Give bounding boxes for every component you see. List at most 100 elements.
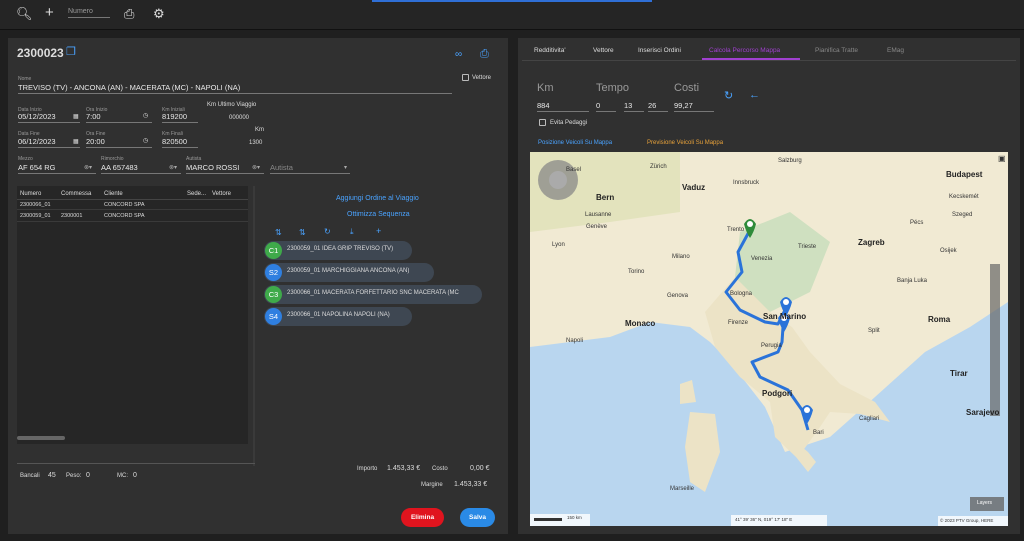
sort-desc-icon[interactable]: ⇅ bbox=[299, 228, 306, 237]
km-field[interactable]: 884 bbox=[537, 101, 589, 112]
days-field[interactable]: 0 bbox=[596, 101, 616, 112]
clear-icon[interactable]: ⊗▾ bbox=[252, 164, 260, 171]
layers-button[interactable]: Layers bbox=[977, 500, 992, 506]
map-label: Trieste bbox=[798, 244, 817, 250]
cell: 2300059_01 bbox=[20, 213, 51, 219]
table-row[interactable]: 2300066_01 CONCORD SPA bbox=[17, 199, 248, 210]
ottimizza-sequenza-link[interactable]: Ottimizza Sequenza bbox=[347, 211, 410, 218]
add-icon[interactable]: + bbox=[376, 226, 381, 236]
tab-calcola-percorso[interactable]: Calcola Percorso Mappa bbox=[709, 47, 780, 54]
arrow-left-icon[interactable]: ← bbox=[749, 89, 760, 101]
map-label: Bari bbox=[813, 430, 824, 436]
tab-vettore[interactable]: Vettore bbox=[593, 47, 614, 54]
map-label: Tirar bbox=[950, 369, 968, 378]
tab-redditivita[interactable]: Redditivita' bbox=[534, 47, 566, 54]
importo-value: 1.453,33 € bbox=[387, 465, 421, 472]
map-label: Perugia bbox=[761, 343, 782, 349]
calendar-icon[interactable]: ▦ bbox=[73, 113, 79, 120]
stop-chip[interactable]: S2 2300059_01 MARCHIGGIANA ANCONA (AN) bbox=[264, 263, 434, 282]
salva-button[interactable]: Salva bbox=[460, 508, 495, 527]
tab-emag[interactable]: EMag bbox=[887, 47, 904, 54]
data-fine-field[interactable]: 06/12/2023 bbox=[18, 137, 80, 148]
posizione-veicoli-link[interactable]: Posizione Veicoli Su Mappa bbox=[538, 140, 612, 146]
vettore-checkbox[interactable] bbox=[462, 74, 469, 81]
stop-badge: C3 bbox=[265, 286, 282, 303]
map-coordinates: 41° 39' 36" N, 019° 17' 18" E bbox=[735, 517, 793, 522]
table-row[interactable]: 2300059_01 2300001 CONCORD SPA bbox=[17, 211, 248, 222]
bancali-value: 45 bbox=[48, 472, 56, 479]
col-header[interactable]: Cliente bbox=[104, 191, 123, 197]
col-header[interactable]: Commessa bbox=[61, 191, 91, 197]
map-label: Lausanne bbox=[585, 212, 612, 218]
clear-icon[interactable]: ⊗▾ bbox=[84, 164, 92, 171]
clock-icon[interactable]: ◷ bbox=[143, 112, 148, 119]
map-label: Salzburg bbox=[778, 158, 802, 164]
map-label: Pécs bbox=[910, 220, 924, 226]
costo-value: 0,00 € bbox=[470, 465, 490, 472]
stop-text: 2300066_01 NAPOLINA NAPOLI (NA) bbox=[287, 312, 390, 318]
sort-asc-icon[interactable]: ⇅ bbox=[275, 228, 282, 237]
tab-pianifica-tratte[interactable]: Pianifica Tratte bbox=[815, 47, 858, 54]
clear-icon[interactable]: ⊗▾ bbox=[169, 164, 177, 171]
tab-inserisci-ordini[interactable]: Inserisci Ordini bbox=[638, 47, 681, 54]
map-label: Zürich bbox=[650, 164, 667, 170]
map-label: Sarajevo bbox=[966, 408, 1000, 417]
map-label: Trento bbox=[727, 227, 745, 233]
refresh-icon[interactable]: ↻ bbox=[724, 89, 733, 102]
fullscreen-icon[interactable]: ▣ bbox=[998, 154, 1006, 163]
map-label: Bologna bbox=[730, 291, 753, 297]
accent-bar bbox=[372, 0, 652, 2]
map-label: Bern bbox=[596, 193, 615, 202]
print-icon[interactable]: ⎙ bbox=[480, 48, 489, 61]
aggiungi-ordine-link[interactable]: Aggiungi Ordine al Viaggio bbox=[336, 195, 419, 202]
stop-text: 2300066_01 MACERATA FORFETTARIO SNC MACE… bbox=[287, 290, 459, 296]
data-inizio-field[interactable]: 05/12/2023 bbox=[18, 112, 80, 123]
mc-label: MC: bbox=[117, 473, 128, 479]
horizontal-scrollbar[interactable] bbox=[17, 436, 65, 440]
printer-icon[interactable]: ⎙ bbox=[124, 6, 134, 22]
map-label: Monaco bbox=[625, 319, 656, 328]
previsione-veicoli-link[interactable]: Previsione Veicoli Su Mappa bbox=[647, 140, 723, 146]
hours-field[interactable]: 13 bbox=[624, 101, 644, 112]
calendar-icon[interactable]: ▦ bbox=[73, 138, 79, 145]
autista2-select[interactable]: Autista bbox=[270, 163, 350, 174]
importo-label: Importo bbox=[357, 466, 378, 472]
map-label: Vaduz bbox=[682, 183, 706, 192]
stop-chip[interactable]: S4 2300066_01 NAPOLINA NAPOLI (NA) bbox=[264, 307, 412, 326]
map-label: Podgori bbox=[762, 389, 793, 398]
col-header[interactable]: Sede... bbox=[187, 191, 206, 197]
map-label: Marseille bbox=[670, 486, 695, 492]
map-label: Banja Luka bbox=[897, 278, 928, 284]
refresh-icon[interactable]: ↻ bbox=[324, 227, 331, 236]
stop-chip[interactable]: C1 2300059_01 IDEA GRIP TREVISO (TV) bbox=[264, 241, 412, 260]
col-header[interactable]: Numero bbox=[20, 191, 41, 197]
top-toolbar: 🔍︎ + Numero ⎙ ⚙ bbox=[0, 0, 1024, 30]
rimorchio-label: Rimorchio bbox=[101, 156, 124, 162]
map-copyright: © 2023 PTV Group, HERE bbox=[940, 518, 994, 523]
elimina-button[interactable]: Elimina bbox=[401, 508, 444, 527]
link-icon[interactable]: ∞ bbox=[455, 49, 462, 60]
plus-icon[interactable]: + bbox=[45, 4, 54, 21]
clock-icon[interactable]: ◷ bbox=[143, 137, 148, 144]
tempo-heading: Tempo bbox=[596, 82, 630, 94]
costo-label: Costo bbox=[432, 466, 448, 472]
cell: CONCORD SPA bbox=[104, 213, 145, 219]
nome-field[interactable]: TREVISO (TV) - ANCONA (AN) - MACERATA (M… bbox=[18, 83, 452, 94]
route-map[interactable]: Basel Zürich Salzburg Innsbruck Bern Vad… bbox=[530, 152, 1008, 526]
search-icon[interactable]: 🔍︎ bbox=[16, 6, 33, 22]
map-canvas bbox=[530, 152, 1008, 526]
chevron-down-icon[interactable]: ▾ bbox=[344, 164, 347, 171]
numero-input[interactable]: Numero bbox=[68, 8, 110, 18]
stop-chip[interactable]: C3 2300066_01 MACERATA FORFETTARIO SNC M… bbox=[264, 285, 482, 304]
cell: 2300066_01 bbox=[20, 202, 51, 208]
evita-pedaggi-checkbox[interactable] bbox=[539, 119, 546, 126]
bancali-label: Bancali bbox=[20, 473, 40, 479]
km-iniziali-field[interactable]: 819200 bbox=[162, 112, 198, 123]
gear-icon[interactable]: ⚙ bbox=[153, 6, 165, 22]
copy-icon[interactable]: ❐ bbox=[66, 45, 76, 58]
download-icon[interactable]: ⤓ bbox=[350, 227, 354, 237]
km-finali-field[interactable]: 820500 bbox=[162, 137, 198, 148]
minutes-field[interactable]: 26 bbox=[648, 101, 668, 112]
col-header[interactable]: Vettore bbox=[212, 191, 231, 197]
costi-field[interactable]: 99,27 bbox=[674, 101, 714, 112]
